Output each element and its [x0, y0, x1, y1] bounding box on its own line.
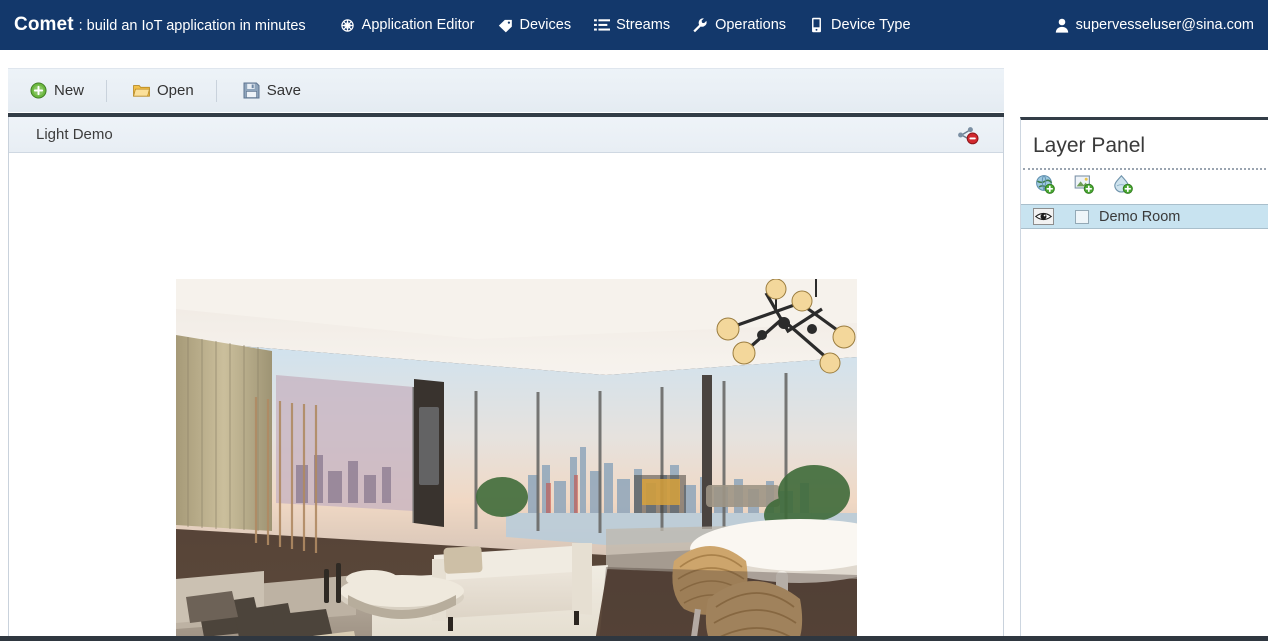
list-icon [593, 17, 610, 33]
new-button[interactable]: New [22, 76, 92, 106]
tag-icon [497, 17, 514, 33]
add-shape-layer-icon[interactable] [1113, 174, 1133, 194]
brand-name: Comet [14, 14, 74, 35]
floppy-disk-icon [243, 82, 260, 99]
nav-label-application-editor: Application Editor [361, 17, 475, 33]
toolbar-separator-1 [106, 79, 108, 102]
nav-item-application-editor[interactable]: Application Editor [328, 0, 486, 50]
canvas-title-bar: Light Demo [9, 117, 1003, 153]
open-button-label: Open [157, 82, 194, 99]
nav-label-streams: Streams [616, 17, 671, 33]
main-toolbar: New Open Save [8, 68, 1004, 112]
user-icon [1055, 18, 1070, 33]
save-button-label: Save [266, 82, 301, 99]
room-image[interactable] [176, 279, 857, 640]
new-icon [30, 82, 47, 99]
wrench-icon [692, 17, 709, 33]
eye-icon[interactable] [1033, 208, 1054, 225]
nav-label-devices: Devices [519, 17, 572, 33]
add-globe-layer-icon[interactable] [1035, 174, 1055, 194]
new-button-label: New [54, 82, 85, 99]
open-button[interactable]: Open [125, 76, 202, 106]
nav-item-streams[interactable]: Streams [582, 0, 681, 50]
top-navigation-bar: Comet : build an IoT application in minu… [0, 0, 1268, 50]
toolbar-separator-2 [215, 79, 217, 102]
layer-list-item[interactable]: Demo Room [1021, 204, 1268, 229]
save-button[interactable]: Save [235, 76, 309, 106]
device-icon [808, 17, 825, 33]
layer-panel-toolbar [1021, 170, 1268, 198]
canvas-body[interactable] [9, 153, 1003, 640]
user-account-label: supervesseluser@sina.com [1075, 17, 1254, 33]
nav-label-operations: Operations [715, 17, 787, 33]
share-remove-icon[interactable] [955, 123, 981, 147]
nav-item-device-type[interactable]: Device Type [797, 0, 922, 50]
bottom-cutoff-strip [0, 636, 1268, 641]
canvas-title: Light Demo [36, 126, 113, 143]
brand-logo[interactable]: Comet : build an IoT application in minu… [14, 14, 306, 36]
layer-list: Demo Room [1021, 204, 1268, 229]
brand-tagline: : build an IoT application in minutes [78, 18, 306, 34]
layer-panel-title: Layer Panel [1033, 134, 1146, 157]
layer-panel: Layer Panel Demo Room [1020, 117, 1268, 641]
layer-visibility-checkbox[interactable] [1075, 209, 1089, 224]
layer-name-label: Demo Room [1099, 208, 1181, 225]
gear-icon [339, 17, 356, 33]
nav-item-devices[interactable]: Devices [486, 0, 583, 50]
add-image-layer-icon[interactable] [1074, 174, 1094, 194]
folder-icon [133, 82, 150, 99]
nav-item-operations[interactable]: Operations [681, 0, 797, 50]
nav-label-device-type: Device Type [831, 17, 911, 33]
user-account-menu[interactable]: supervesseluser@sina.com [1055, 0, 1254, 50]
canvas-panel: Light Demo [8, 117, 1004, 641]
